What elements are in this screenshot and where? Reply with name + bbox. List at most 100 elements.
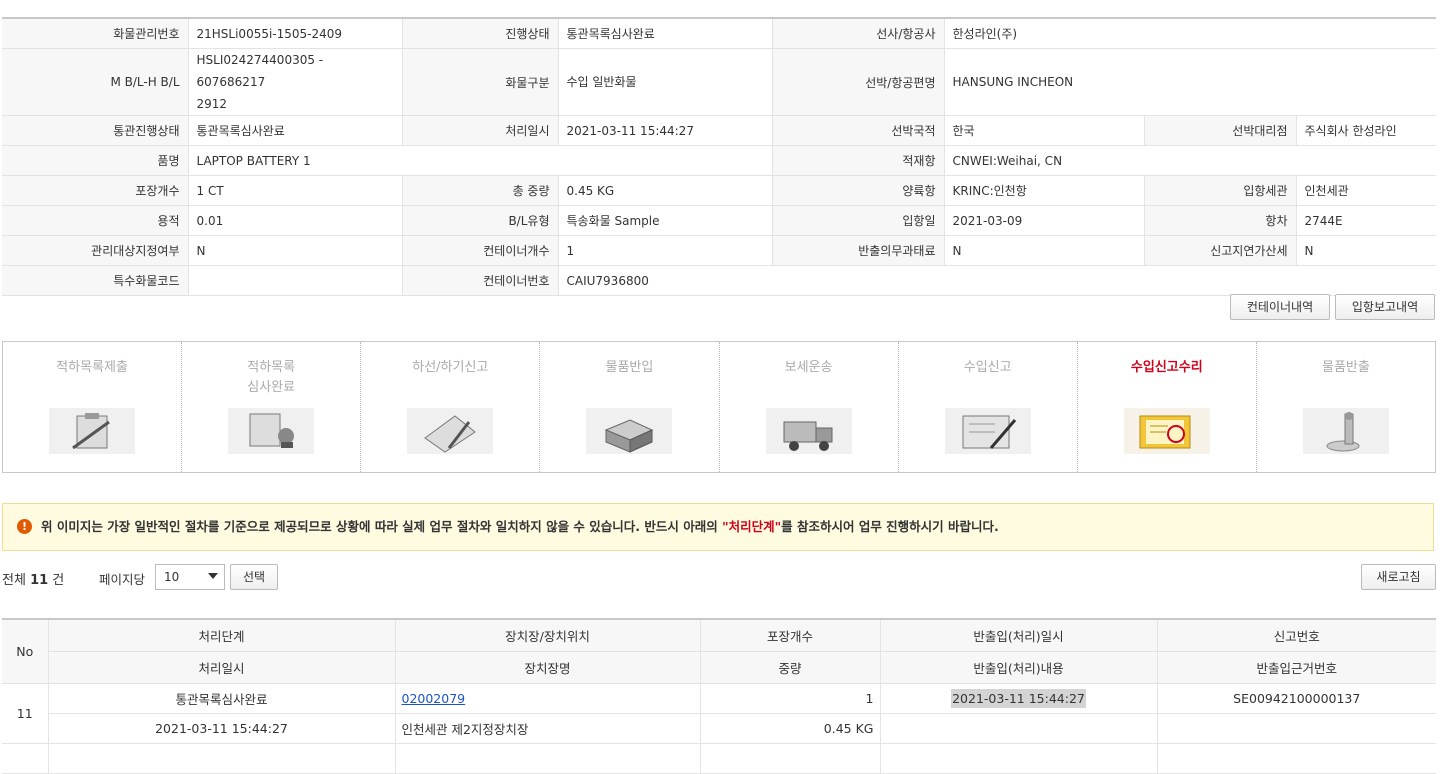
label-customs-status: 통관진행상태 — [2, 115, 189, 146]
clipboard-icon — [49, 408, 136, 454]
total-unit: 건 — [52, 573, 65, 588]
label-special-cargo-code: 특수화물코드 — [2, 265, 189, 296]
release-icon — [1302, 408, 1389, 454]
col-io-content: 반출입(처리)내용 — [880, 651, 1158, 684]
approved-document-icon — [1123, 408, 1210, 454]
row-step: 통관목록심사완료 — [48, 683, 396, 714]
process-step-label: 적하목록 심사완료 — [247, 360, 296, 395]
select-button[interactable]: 선택 — [230, 564, 278, 590]
info-row: 포장개수 1 CT 총 중량 0.45 KG 양륙항 KRINC:인천항 입항세… — [2, 175, 1437, 206]
process-step-label: 하선/하기신고 — [412, 360, 489, 375]
value-carrier: 한성라인(주) — [944, 18, 1437, 49]
location-link[interactable]: 02002079 — [402, 691, 466, 706]
row-report-no: SE00942100000137 — [1157, 683, 1436, 714]
label-voyage: 항차 — [1144, 205, 1297, 236]
col-package: 포장개수 — [700, 619, 881, 652]
col-location: 장치장/장치위치 — [395, 619, 701, 652]
truck-icon — [765, 408, 852, 454]
process-step-label: 수입신고수리 — [1130, 360, 1203, 375]
notice-text-end: 를 참조하시어 업무 진행하시기 바랍니다. — [781, 519, 999, 534]
col-process-date: 처리일시 — [48, 651, 396, 684]
value-vessel: HANSUNG INCHEON — [944, 48, 1437, 116]
refresh-button[interactable]: 새로고침 — [1361, 564, 1436, 590]
col-basis-no: 반출입근거번호 — [1157, 651, 1436, 684]
label-item-name: 품명 — [2, 145, 189, 176]
label-release-penalty: 반출의무과태료 — [772, 235, 945, 266]
value-special-cargo-code — [188, 265, 403, 296]
process-step-label: 적하목록제출 — [56, 360, 128, 375]
process-step: 물품반출 — [1257, 342, 1435, 472]
value-container-count: 1 — [558, 235, 773, 266]
per-page-label: 페이지당 — [99, 572, 146, 587]
process-step-label: 수입신고 — [963, 360, 1012, 375]
process-step: 적하목록제출 — [3, 342, 183, 472]
row-location-name: 인천세관 제2지정장치장 — [395, 713, 701, 744]
notebook-pen-icon — [407, 408, 494, 454]
info-row: 화물관리번호 21HSLi0055i-1505-2409 진행상태 통관목록심사… — [2, 18, 1437, 49]
warning-icon: ! — [17, 519, 32, 534]
value-total-weight: 0.45 KG — [558, 175, 773, 206]
stamp-icon — [228, 408, 315, 454]
notice-banner: ! 위 이미지는 가장 일반적인 절차를 기준으로 제공되므로 상황에 따라 실… — [2, 503, 1434, 551]
row-location-cell: 02002079 — [395, 683, 701, 714]
row-basis-no — [1157, 713, 1436, 744]
label-carrier: 선사/항공사 — [772, 18, 945, 49]
value-volume: 0.01 — [188, 205, 403, 236]
label-volume: 용적 — [2, 205, 189, 236]
row-io-date: 2021-03-11 15:44:27 — [951, 689, 1086, 708]
value-release-penalty: N — [944, 235, 1145, 266]
notice-text: 위 이미지는 가장 일반적인 절차를 기준으로 제공되므로 상황에 따라 실제 … — [41, 519, 723, 534]
process-step-label: 보세운송 — [784, 360, 833, 375]
col-location-name: 장치장명 — [395, 651, 701, 684]
value-bl: HSLI024274400305 - 607686217 2912 — [188, 48, 403, 116]
per-page-value: 10 — [164, 570, 180, 584]
value-customs-status: 통관목록심사완료 — [188, 115, 403, 146]
label-cargo-type: 화물구분 — [402, 48, 559, 116]
info-row: 품명 LAPTOP BATTERY 1 적재항 CNWEI:Weihai, CN — [2, 145, 1437, 176]
container-history-button[interactable]: 컨테이너내역 — [1230, 294, 1330, 320]
info-row: 용적 0.01 B/L유형 특송화물 Sample 입항일 2021-03-09… — [2, 205, 1437, 236]
arrival-report-button[interactable]: 입항보고내역 — [1335, 294, 1435, 320]
row-weight: 0.45 KG — [700, 713, 881, 744]
chevron-down-icon — [208, 573, 218, 579]
per-page-select[interactable]: 10 — [155, 564, 225, 590]
info-row: M B/L-H B/L HSLI024274400305 - 607686217… — [2, 48, 1437, 116]
row-package: 1 — [700, 683, 881, 714]
label-total-weight: 총 중량 — [402, 175, 559, 206]
col-io-date: 반출입(처리)일시 — [880, 619, 1158, 652]
info-row: 통관진행상태 통관목록심사완료 처리일시 2021-03-11 15:44:27… — [2, 115, 1437, 146]
process-step: 보세운송 — [720, 342, 899, 472]
label-cargo-number: 화물관리번호 — [2, 18, 189, 49]
value-entry-customs: 인천세관 — [1296, 175, 1437, 206]
label-late-surcharge: 신고지연가산세 — [1144, 235, 1297, 266]
value-cargo-number: 21HSLi0055i-1505-2409 — [188, 18, 403, 49]
label-vessel-nationality: 선박국적 — [772, 115, 945, 146]
label-managed-target: 관리대상지정여부 — [2, 235, 189, 266]
col-no: No — [2, 619, 49, 684]
col-report-no: 신고번호 — [1157, 619, 1436, 652]
col-step: 처리단계 — [48, 619, 396, 652]
process-step-label: 물품반출 — [1322, 360, 1370, 375]
header-row: 처리일시 장치장명 중량 반출입(처리)내용 반출입근거번호 — [2, 651, 1436, 684]
label-process-date: 처리일시 — [402, 115, 559, 146]
total-count: 전체 11 건 — [2, 569, 64, 588]
process-step: 물품반입 — [540, 342, 720, 472]
info-row: 관리대상지정여부 N 컨테이너개수 1 반출의무과태료 N 신고지연가산세 N — [2, 235, 1437, 266]
label-container-count: 컨테이너개수 — [402, 235, 559, 266]
value-voyage: 2744E — [1296, 205, 1437, 236]
table-row — [2, 743, 1436, 774]
process-step: 적하목록 심사완료 — [182, 342, 362, 472]
row-process-date: 2021-03-11 15:44:27 — [48, 713, 396, 744]
value-bl-line1: HSLI024274400305 - 607686217 — [196, 53, 324, 89]
value-arrival-date: 2021-03-09 — [944, 205, 1145, 236]
table-row: 11 통관목록심사완료 02002079 1 2021-03-11 15:44:… — [2, 683, 1436, 744]
label-loading-port: 적재항 — [772, 145, 945, 176]
total-number: 11 — [30, 573, 49, 588]
cargo-info-table: 화물관리번호 21HSLi0055i-1505-2409 진행상태 통관목록심사… — [2, 17, 1437, 296]
value-late-surcharge: N — [1296, 235, 1437, 266]
value-package-count: 1 CT — [188, 175, 403, 206]
value-ship-agent: 주식회사 한성라인 — [1296, 115, 1437, 146]
document-pen-icon — [944, 408, 1031, 454]
value-vessel-nationality: 한국 — [944, 115, 1145, 146]
process-history-table: No 처리단계 장치장/장치위치 포장개수 반출입(처리)일시 신고번호 처리일… — [2, 618, 1436, 774]
